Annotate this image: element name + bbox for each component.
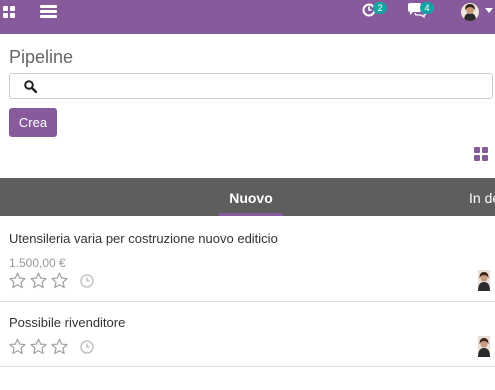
stage-label: Nuovo (229, 190, 273, 206)
kanban-view-icon[interactable] (474, 147, 488, 161)
chat-count-badge: 4 (420, 2, 434, 14)
star-icon[interactable] (51, 338, 68, 355)
kanban-card[interactable]: Utensileria varia per costruzione nuovo … (0, 216, 495, 302)
apps-grid-icon[interactable] (3, 6, 17, 20)
search-bar[interactable] (9, 73, 493, 99)
card-amount: 1.500,00 € (9, 256, 66, 270)
search-input[interactable] (44, 77, 484, 95)
stage-tabs: Nuovo In de (0, 178, 495, 216)
caret-down-icon[interactable] (485, 8, 493, 13)
page-title: Pipeline (9, 47, 74, 67)
owner-avatar[interactable] (478, 270, 490, 291)
card-title: Possibile rivenditore (9, 315, 126, 330)
tab-stage-next[interactable]: In de (469, 190, 495, 206)
top-navbar: 2 4 (0, 0, 495, 34)
star-icon[interactable] (9, 338, 26, 355)
activity-clock-icon[interactable] (80, 274, 94, 288)
kanban-card[interactable]: Possibile rivenditore (0, 302, 495, 367)
tab-stage-nuovo[interactable]: Nuovo (219, 178, 283, 216)
user-avatar[interactable] (461, 3, 479, 21)
star-icon[interactable] (9, 272, 26, 289)
owner-avatar[interactable] (478, 336, 490, 357)
activity-count-badge: 2 (373, 2, 387, 14)
star-icon[interactable] (30, 272, 47, 289)
create-button[interactable]: Crea (9, 108, 57, 137)
star-icon[interactable] (30, 338, 47, 355)
hamburger-menu-icon[interactable] (40, 5, 57, 19)
card-title: Utensileria varia per costruzione nuovo … (9, 231, 278, 246)
search-icon (24, 80, 37, 93)
activity-clock-icon[interactable] (80, 340, 94, 354)
star-icon[interactable] (51, 272, 68, 289)
